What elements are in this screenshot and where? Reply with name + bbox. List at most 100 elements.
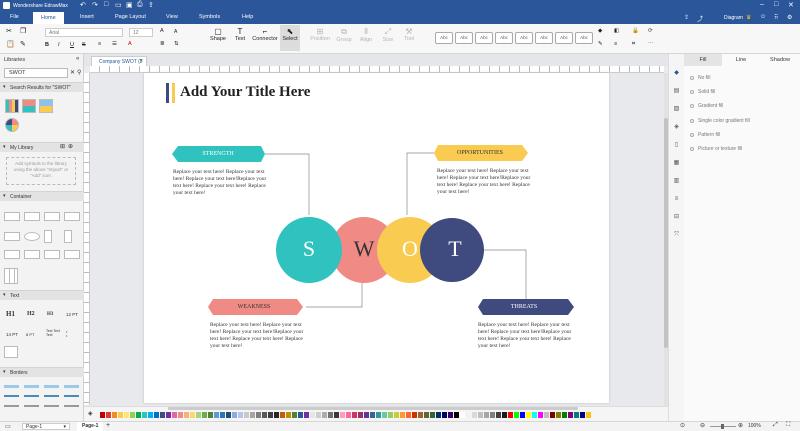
image-icon[interactable]: ▧ bbox=[672, 106, 681, 113]
zoom-in-icon[interactable]: ⊕ bbox=[738, 422, 743, 429]
position-button[interactable]: ⊞ Position bbox=[308, 27, 332, 42]
color-swatch[interactable] bbox=[106, 412, 111, 418]
shadow-icon[interactable]: ◧ bbox=[614, 28, 619, 34]
search-clear-icon[interactable]: ✕ bbox=[70, 69, 75, 76]
s-letter[interactable]: S bbox=[294, 236, 324, 262]
text-box-item[interactable] bbox=[4, 346, 18, 358]
select-button[interactable]: ⬉ Select bbox=[280, 25, 300, 51]
border-item[interactable] bbox=[4, 395, 80, 397]
color-swatch[interactable] bbox=[232, 412, 237, 418]
open-icon[interactable]: ▭ bbox=[115, 1, 122, 9]
tab-fill[interactable]: Fill bbox=[684, 54, 722, 66]
threats-label[interactable]: THREATS bbox=[480, 304, 568, 310]
border-item[interactable] bbox=[4, 405, 80, 407]
pt8-item[interactable]: 8 PT bbox=[26, 332, 34, 337]
color-swatch[interactable] bbox=[322, 412, 327, 418]
color-swatch[interactable] bbox=[532, 412, 537, 418]
color-swatch[interactable] bbox=[364, 412, 369, 418]
container-shape[interactable] bbox=[4, 232, 20, 241]
color-swatch[interactable] bbox=[514, 412, 519, 418]
color-swatch[interactable] bbox=[442, 412, 447, 418]
replace-icon[interactable]: ⟳ bbox=[648, 28, 653, 34]
share-icon[interactable]: ⤴ bbox=[697, 14, 703, 23]
color-swatch[interactable] bbox=[556, 412, 561, 418]
zoom-level[interactable]: 100% bbox=[748, 423, 761, 429]
container-shape[interactable] bbox=[24, 212, 40, 221]
color-swatch[interactable] bbox=[172, 412, 177, 418]
color-swatch[interactable] bbox=[478, 412, 483, 418]
heading-3-item[interactable]: H3 bbox=[47, 312, 53, 317]
font-name-select[interactable]: Arial bbox=[45, 28, 123, 37]
border-item[interactable] bbox=[4, 385, 80, 388]
pt12-item[interactable]: 12 PT bbox=[66, 312, 78, 317]
theme-icon[interactable]: ▤ bbox=[672, 88, 681, 95]
search-icon[interactable]: ⚲ bbox=[77, 69, 81, 76]
color-swatch[interactable] bbox=[304, 412, 309, 418]
menu-home[interactable]: Home bbox=[33, 12, 64, 24]
publish-icon[interactable]: ⇪ bbox=[684, 14, 689, 21]
tab-line[interactable]: Line bbox=[722, 54, 760, 66]
container-shape[interactable] bbox=[64, 230, 72, 243]
strength-label[interactable]: STRENGTH bbox=[174, 151, 262, 157]
menu-help[interactable]: Help bbox=[242, 14, 253, 20]
list-item-icon[interactable]: • • bbox=[66, 330, 67, 338]
container-shape[interactable] bbox=[64, 212, 80, 221]
o-letter[interactable]: O bbox=[395, 236, 425, 262]
color-swatch[interactable] bbox=[490, 412, 495, 418]
weakness-label[interactable]: WEAKNESS bbox=[210, 304, 298, 310]
style-preset-1[interactable]: Abc bbox=[435, 32, 453, 44]
color-swatch[interactable] bbox=[454, 412, 459, 418]
connector-button[interactable]: ⌐ Connector bbox=[252, 27, 278, 42]
opportunities-text[interactable]: Replace your text here! Replace your tex… bbox=[437, 168, 539, 196]
paste-icon[interactable]: 📋 bbox=[6, 40, 15, 48]
color-swatch[interactable] bbox=[250, 412, 255, 418]
undo-icon[interactable]: ↶ bbox=[80, 1, 86, 9]
text-block-item[interactable]: Text Text Text bbox=[46, 329, 60, 337]
collapse-icon[interactable]: « bbox=[76, 56, 79, 62]
align-icon[interactable]: ≣ bbox=[160, 41, 165, 47]
opportunities-label[interactable]: OPPORTUNITIES bbox=[436, 150, 524, 156]
weakness-text[interactable]: Replace your text here! Replace your tex… bbox=[210, 322, 312, 350]
maximize-icon[interactable]: □ bbox=[774, 1, 778, 8]
color-swatch[interactable] bbox=[160, 412, 165, 418]
t-letter[interactable]: T bbox=[440, 236, 470, 262]
heading-2-item[interactable]: H2 bbox=[27, 311, 35, 317]
color-swatch[interactable] bbox=[118, 412, 123, 418]
color-swatch[interactable] bbox=[544, 412, 549, 418]
swot-result-1[interactable] bbox=[5, 99, 19, 113]
style-preset-5[interactable]: Abc bbox=[515, 32, 533, 44]
color-swatch[interactable] bbox=[244, 412, 249, 418]
page-icon[interactable]: ▯ bbox=[672, 142, 681, 149]
color-swatch[interactable] bbox=[256, 412, 261, 418]
color-swatch[interactable] bbox=[460, 412, 465, 418]
color-swatch[interactable] bbox=[418, 412, 423, 418]
zoom-out-icon[interactable]: ⊖ bbox=[700, 422, 705, 429]
fit-icon[interactable]: ⤧ bbox=[672, 232, 681, 239]
color-swatch[interactable] bbox=[472, 412, 477, 418]
color-swatch[interactable] bbox=[424, 412, 429, 418]
style-preset-6[interactable]: Abc bbox=[535, 32, 553, 44]
color-swatch[interactable] bbox=[310, 412, 315, 418]
color-swatch[interactable] bbox=[226, 412, 231, 418]
fill-option-pattern[interactable]: Pattern fill bbox=[690, 132, 720, 138]
page-selector[interactable]: Page-1 ▾ bbox=[22, 423, 70, 430]
menu-insert[interactable]: Insert bbox=[80, 14, 94, 20]
color-swatch[interactable] bbox=[436, 412, 441, 418]
diagram-account[interactable]: Diagram bbox=[724, 15, 743, 21]
swot-result-2[interactable] bbox=[22, 99, 36, 113]
color-swatch[interactable] bbox=[178, 412, 183, 418]
style-preset-4[interactable]: Abc bbox=[495, 32, 513, 44]
crop-icon[interactable]: ⌗ bbox=[632, 41, 635, 48]
fill-bucket-icon[interactable]: ◆ bbox=[598, 28, 602, 34]
color-swatch[interactable] bbox=[346, 412, 351, 418]
group-button[interactable]: ⧉ Group bbox=[334, 27, 354, 43]
font-shrink-icon[interactable]: A bbox=[174, 29, 177, 35]
color-swatch[interactable] bbox=[538, 412, 543, 418]
color-swatch[interactable] bbox=[466, 412, 471, 418]
color-swatch[interactable] bbox=[190, 412, 195, 418]
container-shape[interactable] bbox=[4, 212, 20, 221]
color-swatch[interactable] bbox=[142, 412, 147, 418]
color-swatch[interactable] bbox=[550, 412, 555, 418]
library-search-input[interactable]: SWOT bbox=[4, 68, 68, 78]
swot-result-4[interactable] bbox=[5, 118, 19, 132]
